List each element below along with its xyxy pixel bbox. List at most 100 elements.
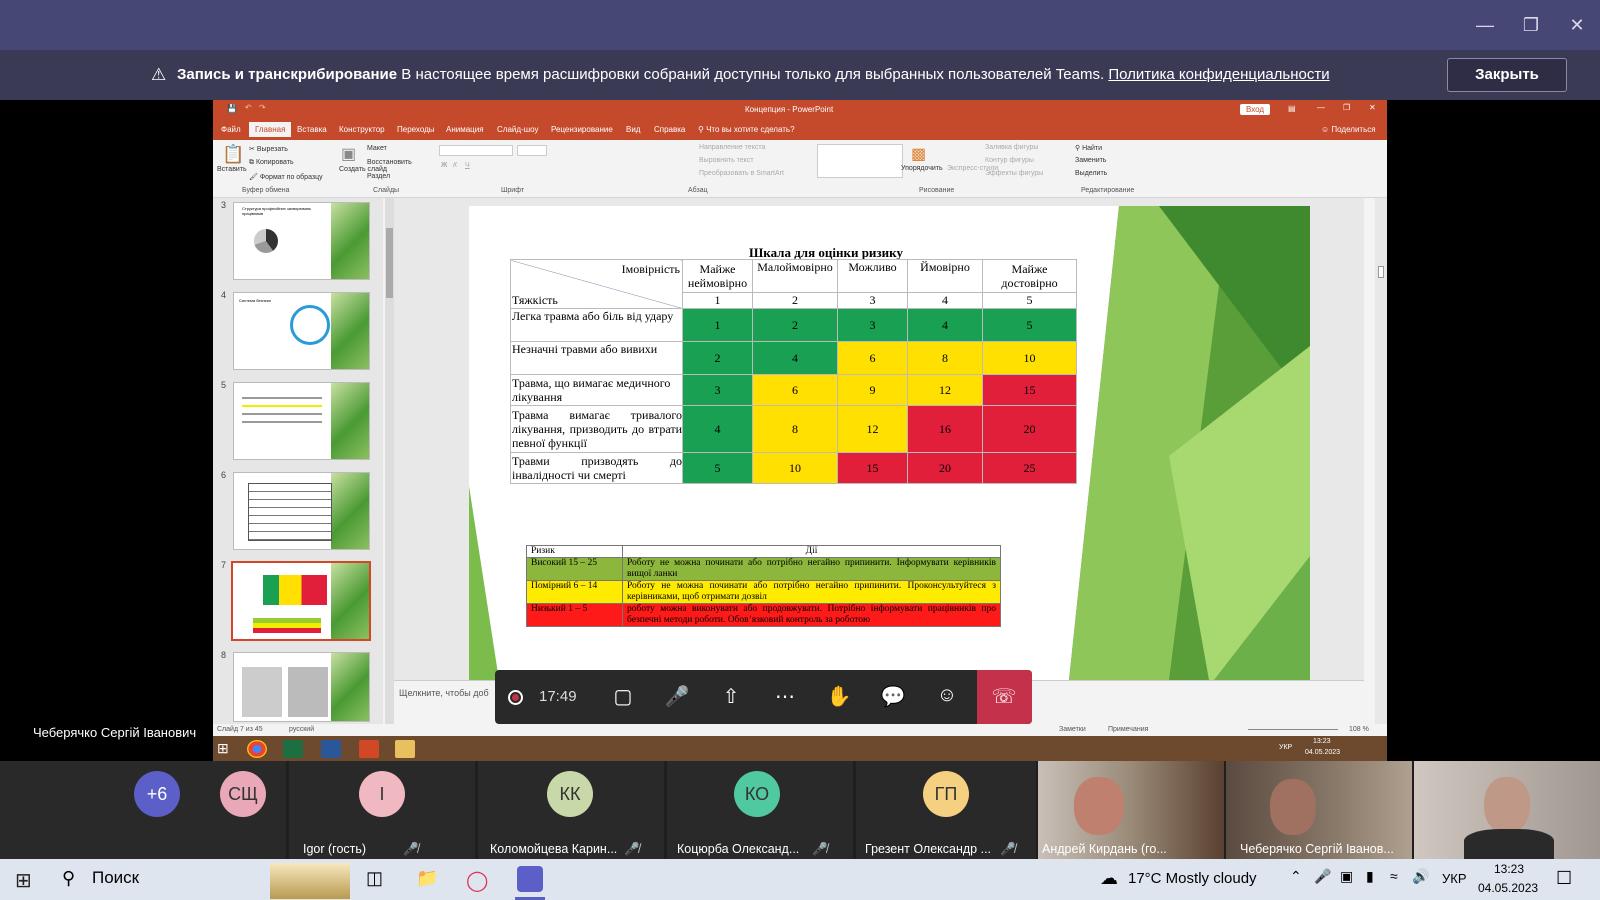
mic-muted-icon[interactable]: 🎤 xyxy=(661,684,693,709)
clock-date[interactable]: 04.05.2023 xyxy=(1478,881,1538,895)
ppt-restore-icon[interactable]: ❐ xyxy=(1343,103,1350,112)
tab-view[interactable]: Вид xyxy=(626,125,640,134)
ppt-close-icon[interactable]: ✕ xyxy=(1369,103,1376,112)
save-icon[interactable]: 💾 xyxy=(227,104,237,113)
participant-tile[interactable]: ГП Грезент Олександр ... 🎤̸ xyxy=(856,761,1036,859)
tab-help[interactable]: Справка xyxy=(654,125,685,134)
italic-icon[interactable]: К xyxy=(453,162,457,169)
tab-slideshow[interactable]: Слайд-шоу xyxy=(497,125,538,134)
comments-toggle[interactable]: Примечания xyxy=(1108,726,1148,733)
arrange-icon[interactable]: ▩ xyxy=(911,144,926,164)
undo-icon[interactable]: ↶ xyxy=(245,103,252,112)
search-icon[interactable]: ⚲ xyxy=(62,868,75,889)
ribbon-options-icon[interactable]: ▤ xyxy=(1288,104,1296,113)
chevron-up-icon[interactable]: ⌃ xyxy=(1290,868,1302,885)
tab-review[interactable]: Рецензирование xyxy=(551,125,613,134)
restore-icon[interactable]: ❐ xyxy=(1518,12,1544,38)
more-icon[interactable]: ⋯ xyxy=(769,684,801,709)
format-painter-button[interactable]: 🖌 Формат по образцу xyxy=(249,173,323,181)
smartart-button[interactable]: Преобразовать в SmartArt xyxy=(699,170,784,177)
text-direction-button[interactable]: Направление текста xyxy=(699,144,765,151)
arrange-label[interactable]: Упорядочить xyxy=(901,165,943,172)
new-slide-label[interactable]: Создать слайд xyxy=(339,166,387,173)
participant-video[interactable]: Андрей Кирдань (го... xyxy=(1038,761,1224,859)
find-button[interactable]: ⚲ Найти xyxy=(1075,144,1102,152)
layout-button[interactable]: Макет xyxy=(367,145,387,152)
participant-tile[interactable]: +6 СЩ xyxy=(0,761,286,859)
participant-video[interactable]: Чеберячко Сергій Іванов... xyxy=(1226,761,1412,859)
align-text-button[interactable]: Выровнять текст xyxy=(699,157,754,164)
tab-insert[interactable]: Вставка xyxy=(297,125,327,134)
raise-hand-icon[interactable]: ✋ xyxy=(823,684,855,709)
slide-thumbnail-5[interactable] xyxy=(233,382,370,460)
wifi-icon[interactable]: ≈ xyxy=(1390,868,1398,884)
more-participants-avatar[interactable]: +6 xyxy=(134,771,180,817)
taskbar-search[interactable]: Поиск xyxy=(92,868,139,888)
shape-outline-button[interactable]: Контур фигуры xyxy=(985,157,1034,164)
share-screen-icon[interactable]: ⇧ xyxy=(715,684,747,709)
thumbnails-scrollbar[interactable] xyxy=(385,198,394,724)
zoom-level[interactable]: 108 % xyxy=(1349,726,1369,733)
copy-button[interactable]: ⧉ Копировать xyxy=(249,159,294,167)
bold-icon[interactable]: Ж xyxy=(441,162,447,169)
file-explorer-icon[interactable]: 📁 xyxy=(416,868,438,889)
shape-effects-button[interactable]: Эффекты фигуры xyxy=(985,170,1043,177)
font-name-box[interactable] xyxy=(439,145,513,156)
slide-thumbnail-8[interactable] xyxy=(233,652,370,722)
redo-icon[interactable]: ↷ xyxy=(259,103,266,112)
new-slide-icon[interactable]: ▣ xyxy=(341,144,356,164)
teams-icon[interactable] xyxy=(517,866,543,892)
font-size-box[interactable] xyxy=(517,145,547,156)
tab-file[interactable]: Файл xyxy=(221,125,241,134)
slide-scrollbar[interactable] xyxy=(1375,198,1387,724)
participant-tile[interactable]: КО Коцюрба Олександ... 🎤̸ xyxy=(667,761,853,859)
reset-button[interactable]: Восстановить xyxy=(367,159,412,166)
participant-tile[interactable]: I Igor (гость) 🎤̸ xyxy=(289,761,475,859)
slide-thumbnail-7-selected[interactable] xyxy=(231,561,371,641)
close-window-icon[interactable]: ✕ xyxy=(1564,12,1590,38)
ppt-minimize-icon[interactable]: — xyxy=(1317,103,1325,112)
participant-tile[interactable]: КК Коломойцева Карин... 🎤̸ xyxy=(478,761,664,859)
paste-icon[interactable]: 📋 xyxy=(222,144,244,165)
cut-button[interactable]: ✂ Вырезать xyxy=(249,145,288,153)
volume-icon[interactable]: 🔊 xyxy=(1412,868,1429,885)
battery-icon[interactable]: ▮ xyxy=(1366,868,1374,885)
slide-thumbnail-3[interactable]: Структура професійних захворювань праців… xyxy=(233,202,370,280)
close-banner-button[interactable]: Закрыть xyxy=(1447,58,1567,92)
section-button[interactable]: Раздел xyxy=(367,173,390,180)
notifications-icon[interactable]: ☐ xyxy=(1556,868,1572,889)
chat-icon[interactable]: 💬 xyxy=(877,684,909,709)
tab-home[interactable]: Главная xyxy=(249,122,292,137)
slide-thumbnail-4[interactable]: Система безпеки xyxy=(233,292,370,370)
clock-time[interactable]: 13:23 xyxy=(1494,862,1524,876)
zoom-slider[interactable] xyxy=(1248,729,1338,730)
underline-icon[interactable]: Ч xyxy=(465,162,470,169)
minimize-icon[interactable]: — xyxy=(1472,12,1498,38)
slide-thumbnail-6[interactable] xyxy=(233,472,370,550)
slide-thumbnails-pane[interactable]: 3 Структура професійних захворювань прац… xyxy=(213,198,383,724)
camera-icon[interactable]: ▢ xyxy=(607,684,639,709)
self-video[interactable] xyxy=(1414,761,1600,859)
shapes-gallery[interactable] xyxy=(817,144,903,178)
signin-button[interactable]: Вход xyxy=(1240,104,1271,115)
select-button[interactable]: Выделить xyxy=(1075,170,1107,177)
weather-text[interactable]: 17°C Mostly cloudy xyxy=(1128,870,1257,887)
opera-icon[interactable]: ◯ xyxy=(466,868,488,893)
paste-label[interactable]: Вставить xyxy=(217,166,247,173)
shape-fill-button[interactable]: Заливка фигуры xyxy=(985,144,1038,151)
participants-icon[interactable]: ☺ xyxy=(931,684,963,707)
tell-me-search[interactable]: ⚲ Что вы хотите сделать? xyxy=(698,125,795,134)
task-view-icon[interactable]: ◫ xyxy=(366,868,383,889)
notes-toggle[interactable]: Заметки xyxy=(1059,726,1086,733)
tab-animation[interactable]: Анимация xyxy=(446,125,484,134)
leave-call-button[interactable]: ☏ xyxy=(977,670,1032,724)
replace-button[interactable]: Заменить xyxy=(1075,157,1106,164)
tab-design[interactable]: Конструктор xyxy=(339,125,385,134)
share-button[interactable]: ☺ Поделиться xyxy=(1321,125,1376,134)
privacy-policy-link[interactable]: Политика конфиденциальности xyxy=(1108,66,1329,83)
tab-transitions[interactable]: Переходы xyxy=(397,125,435,134)
network-icon[interactable]: ▣ xyxy=(1340,868,1353,885)
windows-start-icon[interactable]: ⊞ xyxy=(15,868,32,893)
language-status[interactable]: русский xyxy=(289,726,314,733)
keyboard-language[interactable]: УКР xyxy=(1442,871,1467,886)
